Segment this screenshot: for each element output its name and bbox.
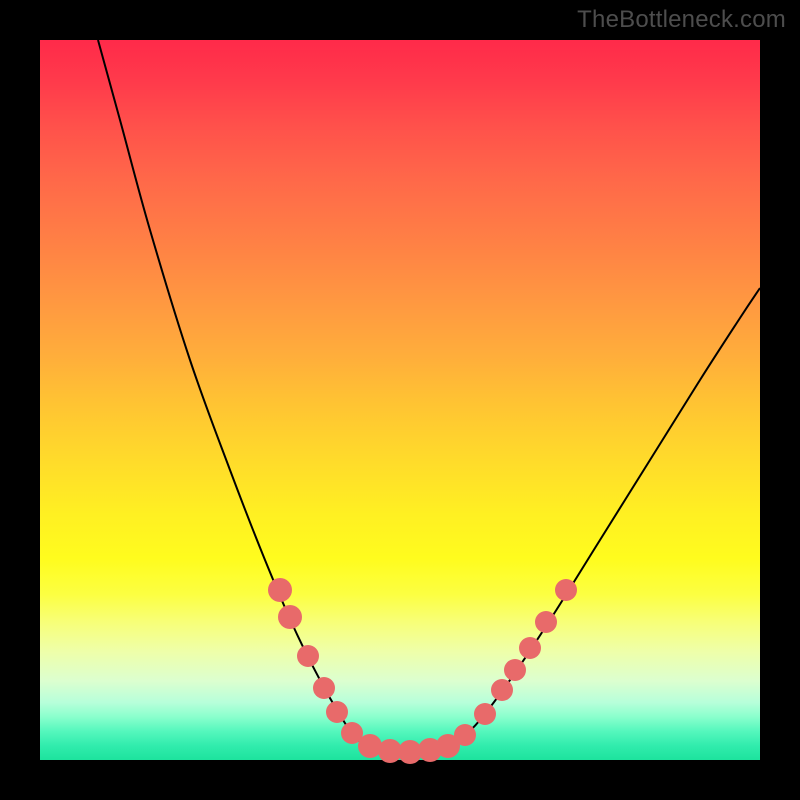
data-dot xyxy=(268,578,292,602)
curve-right xyxy=(448,288,760,748)
data-dot xyxy=(555,579,577,601)
chart-frame: TheBottleneck.com xyxy=(0,0,800,800)
data-dot xyxy=(491,679,513,701)
plot-area xyxy=(40,40,760,760)
data-dot xyxy=(504,659,526,681)
curve-left xyxy=(98,40,370,748)
data-dot xyxy=(535,611,557,633)
data-dot xyxy=(326,701,348,723)
watermark-label: TheBottleneck.com xyxy=(577,6,786,34)
data-dot xyxy=(519,637,541,659)
data-dot xyxy=(358,734,382,758)
data-dot xyxy=(313,677,335,699)
data-dot xyxy=(454,724,476,746)
data-dot xyxy=(278,605,302,629)
curve-svg xyxy=(40,40,760,760)
data-dot xyxy=(297,645,319,667)
data-dot xyxy=(474,703,496,725)
